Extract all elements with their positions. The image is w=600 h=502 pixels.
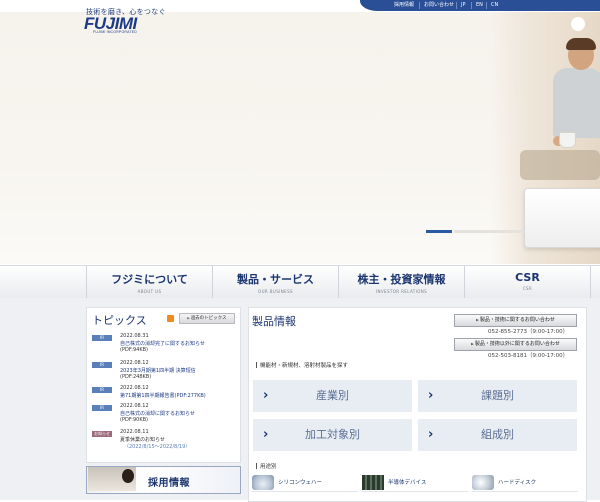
- use-silicon-wafer[interactable]: シリコンウェハー: [252, 474, 358, 492]
- nav-label: 製品・サービス: [237, 273, 314, 286]
- news-date: 2022.08.31: [120, 333, 149, 339]
- chip-thumbnail: [362, 475, 384, 490]
- utility-bar: 採用情報 お問い合わせ JP EN CN: [360, 0, 600, 11]
- search-section-label: 機能材・新規材、溶射材製品を探す: [256, 361, 348, 369]
- nav-label: CSR: [515, 271, 540, 284]
- news-link[interactable]: 第71期第1四半期報告書(PDF:277KB): [120, 392, 206, 399]
- use-hard-disk[interactable]: ハードディスク: [472, 474, 578, 492]
- category-industry-button[interactable]: 産業別: [253, 380, 412, 412]
- slider-indicator-active[interactable]: [426, 230, 452, 233]
- other-contact-button[interactable]: 製品・技術以外に関するお問い合わせ: [454, 338, 577, 351]
- nav-csr[interactable]: CSR CSR: [464, 266, 591, 298]
- news-date: 2022.08.12: [120, 360, 149, 366]
- news-size: (PDF:90KB): [120, 417, 149, 423]
- nav-sublabel: OUR BUSINESS: [258, 289, 293, 294]
- category-badge: お知らせ: [92, 431, 112, 437]
- news-period: （2022/8/15〜2022/8/19）: [124, 444, 191, 450]
- divider: [486, 2, 487, 9]
- disk-thumbnail: [472, 475, 494, 490]
- recruit-link[interactable]: 採用情報: [394, 0, 414, 11]
- sofa: [520, 150, 600, 180]
- product-contact-button[interactable]: 製品・技術に関するお問い合わせ: [454, 314, 577, 327]
- category-target-button[interactable]: 加工対象別: [253, 419, 412, 451]
- nav-sublabel: CSR: [522, 286, 533, 291]
- news-link[interactable]: 2023年3月期第1四半期 決算短信: [120, 367, 196, 374]
- news-link[interactable]: 自己株式の消却完了に関するお知らせ: [120, 340, 205, 347]
- nav-sublabel: ABOUT US: [137, 289, 162, 294]
- news-size: (PDF:248KB): [120, 374, 152, 380]
- person-body: [553, 68, 600, 138]
- slider-indicator-track[interactable]: [454, 230, 524, 233]
- nav-sublabel: INVESTOR RELATIONS: [375, 289, 428, 294]
- contact-link[interactable]: お問い合わせ: [424, 0, 454, 11]
- use-semiconductor[interactable]: 半導体デバイス: [362, 474, 468, 492]
- news-text[interactable]: 夏季休業のお知らせ: [120, 436, 165, 443]
- category-issue-button[interactable]: 課題別: [418, 380, 577, 412]
- use-section-label: 用途別: [256, 462, 277, 470]
- category-badge: IR: [92, 362, 112, 368]
- use-label: 半導体デバイス: [388, 480, 427, 486]
- rss-icon[interactable]: [167, 315, 174, 322]
- nav-investor[interactable]: 株主・投資家情報 INVESTOR RELATIONS: [338, 266, 464, 298]
- recruit-person: [122, 469, 134, 483]
- news-size: (PDF:94KB): [120, 347, 149, 353]
- divider: [471, 2, 472, 9]
- contact-phone: 052-855-2773（9:00-17:00）: [488, 329, 569, 335]
- recruit-banner-label: 採用情報: [148, 478, 190, 489]
- divider: [419, 2, 420, 9]
- use-label: ハードディスク: [498, 480, 537, 486]
- lang-jp-link[interactable]: JP: [461, 0, 466, 11]
- logo-subtitle: FUJIMI INCORPORATED: [93, 30, 137, 34]
- nav-label: フジミについて: [111, 273, 188, 286]
- topics-title: トピックス: [92, 314, 147, 327]
- laptop: [524, 188, 600, 248]
- coffee-cup: [559, 132, 576, 148]
- global-nav: フジミについて ABOUT US 製品・サービス OUR BUSINESS 株主…: [0, 265, 600, 299]
- contact-phone: 052-503-8181（9:00-17:00）: [488, 353, 569, 359]
- category-badge: IR: [92, 335, 112, 341]
- lang-cn-link[interactable]: CN: [491, 0, 498, 11]
- search-icon[interactable]: [571, 17, 585, 31]
- nav-about[interactable]: フジミについて ABOUT US: [86, 266, 212, 298]
- divider: [456, 2, 457, 9]
- news-link[interactable]: 自己株式の消却に関するお知らせ: [120, 410, 195, 417]
- news-date: 2022.08.12: [120, 385, 149, 391]
- category-composition-button[interactable]: 組成別: [418, 419, 577, 451]
- category-badge: IR: [92, 387, 112, 393]
- products-title: 製品情報: [252, 315, 296, 328]
- news-date: 2022.08.11: [120, 429, 149, 435]
- wafer-thumbnail: [252, 475, 274, 490]
- category-badge: IR: [92, 405, 112, 411]
- news-date: 2022.08.12: [120, 403, 149, 409]
- use-label: シリコンウェハー: [278, 480, 323, 486]
- lang-en-link[interactable]: EN: [476, 0, 483, 11]
- hero-banner: [0, 12, 600, 264]
- nav-label: 株主・投資家情報: [357, 273, 446, 286]
- nav-business[interactable]: 製品・サービス OUR BUSINESS: [212, 266, 338, 298]
- past-topics-button[interactable]: 過去のトピックス: [179, 313, 235, 324]
- person-hair: [566, 38, 596, 50]
